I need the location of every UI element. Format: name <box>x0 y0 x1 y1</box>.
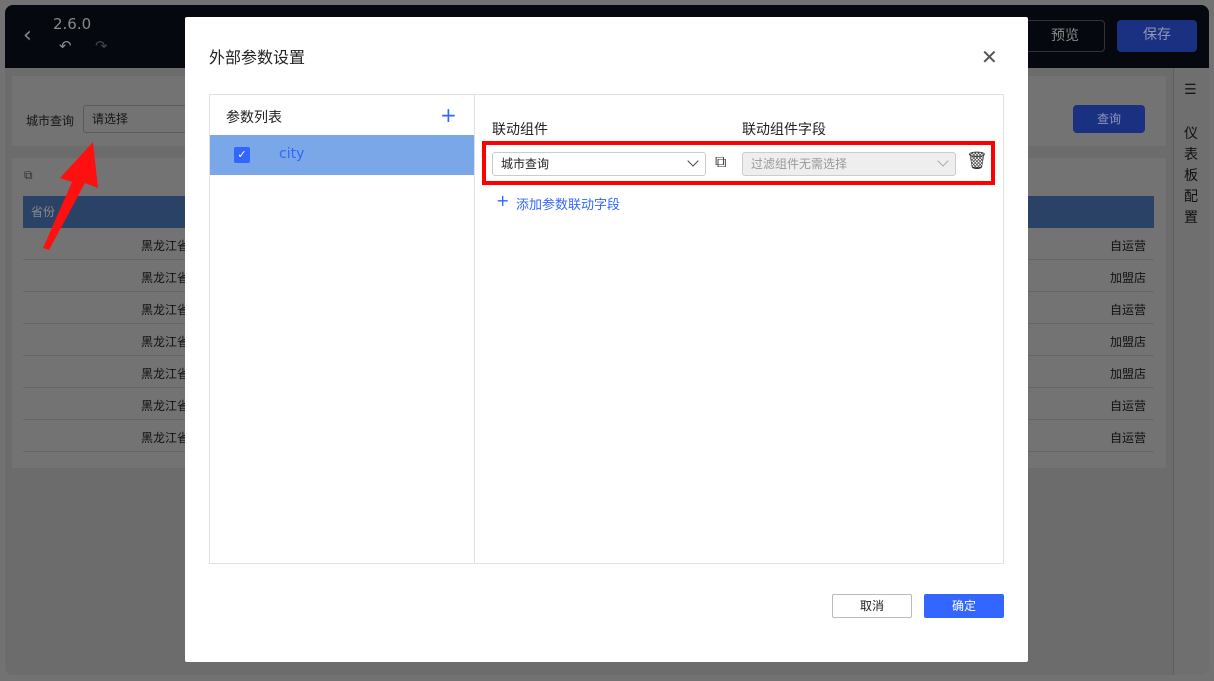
right-sidebar: ☰ 仪表板配置 <box>1173 68 1209 675</box>
type-cell: 自运营 <box>1109 399 1146 413</box>
query-button[interactable]: 查询 <box>1073 105 1145 133</box>
type-cell: 加盟店 <box>1109 335 1146 349</box>
param-name: city <box>279 146 305 162</box>
version-label: 2.6.0 <box>53 15 92 33</box>
external-params-dialog: 外部参数设置 ✕ 参数列表 + ✓ city 联动组件 联动组件字段 城市查询 … <box>185 17 1028 662</box>
param-list-title: 参数列表 <box>226 110 282 126</box>
filter-label: 城市查询 <box>26 114 75 128</box>
province-cell: 黑龙江省 <box>141 335 190 349</box>
copy-icon[interactable]: ⧉ <box>715 152 726 172</box>
add-linkage-field-link[interactable]: 添加参数联动字段 <box>516 194 620 213</box>
preview-button[interactable]: 预览 <box>1025 20 1105 52</box>
save-button[interactable]: 保存 <box>1117 20 1197 52</box>
type-cell: 加盟店 <box>1109 271 1146 285</box>
ok-button[interactable]: 确定 <box>924 594 1004 618</box>
sidebar-label[interactable]: 仪表板配置 <box>1184 124 1200 229</box>
trash-icon[interactable]: 🗑 <box>966 151 988 171</box>
province-cell: 黑龙江省 <box>141 399 190 413</box>
province-cell: 黑龙江省 <box>141 367 190 381</box>
type-cell: 自运营 <box>1109 239 1146 253</box>
province-cell: 黑龙江省 <box>141 271 190 285</box>
type-cell: 加盟店 <box>1109 367 1146 381</box>
dialog-title: 外部参数设置 <box>209 48 306 67</box>
field-placeholder: 过滤组件无需选择 <box>751 157 848 171</box>
type-cell: 自运营 <box>1109 303 1146 317</box>
plus-icon[interactable]: + <box>496 191 509 210</box>
redo-icon[interactable]: ↷ <box>95 37 108 55</box>
component-column-label: 联动组件 <box>492 122 548 138</box>
province-cell: 黑龙江省 <box>141 303 190 317</box>
back-icon[interactable]: ‹ <box>23 23 32 48</box>
field-column-label: 联动组件字段 <box>742 122 826 138</box>
component-select[interactable]: 城市查询 <box>492 152 706 176</box>
params-box: 参数列表 + ✓ city 联动组件 联动组件字段 城市查询 ⧉ 过滤组件无需选… <box>209 94 1004 564</box>
province-cell: 黑龙江省 <box>141 431 190 445</box>
province-cell: 黑龙江省 <box>141 239 190 253</box>
undo-icon[interactable]: ↶ <box>59 37 72 55</box>
close-icon[interactable]: ✕ <box>981 45 998 69</box>
param-list: 参数列表 + ✓ city <box>210 95 475 563</box>
annotation-arrow <box>43 142 98 250</box>
cancel-button[interactable]: 取消 <box>832 594 912 618</box>
add-param-icon[interactable]: + <box>440 103 457 127</box>
checkbox-checked-icon[interactable]: ✓ <box>234 147 250 163</box>
menu-icon[interactable]: ☰ <box>1184 82 1197 98</box>
component-value: 城市查询 <box>501 157 550 171</box>
param-item-city[interactable]: ✓ city <box>210 135 474 175</box>
field-select-disabled: 过滤组件无需选择 <box>742 152 956 176</box>
type-cell: 自运营 <box>1109 431 1146 445</box>
copy-icon[interactable]: ⧉ <box>24 168 33 183</box>
